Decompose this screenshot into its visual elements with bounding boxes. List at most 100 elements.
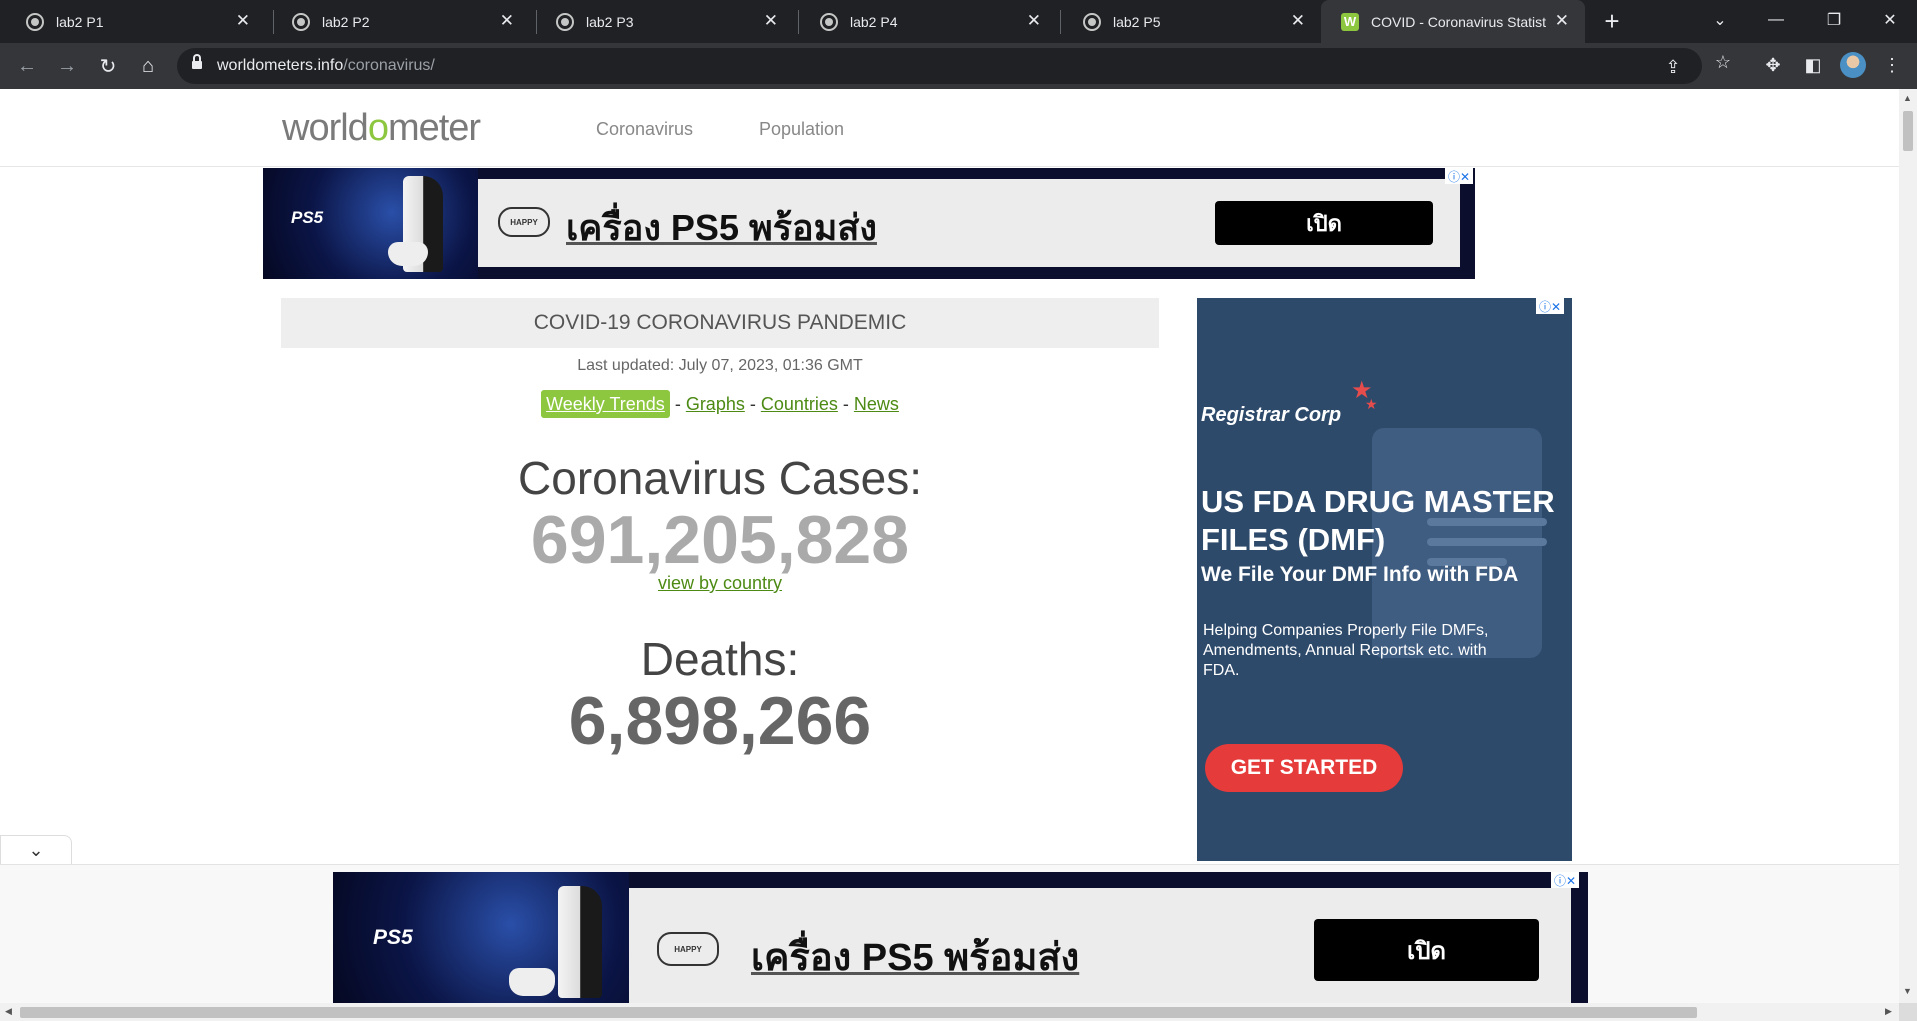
ad-open-button[interactable]: เปิด xyxy=(1215,201,1433,245)
ad-content-panel: HAPPY เครื่อง PS5 พร้อมส่ง เปิด xyxy=(478,179,1460,267)
ps5-console-image xyxy=(558,886,602,998)
news-link[interactable]: News xyxy=(854,394,899,414)
ad-subheadline: We File Your DMF Info with FDA xyxy=(1201,563,1519,586)
minimize-icon[interactable]: — xyxy=(1748,0,1804,40)
scrollbar-corner xyxy=(1899,1003,1917,1021)
nav-population[interactable]: Population xyxy=(759,119,844,140)
scroll-right-icon[interactable]: ▶ xyxy=(1885,1006,1892,1017)
forward-arrow-icon[interactable]: → xyxy=(53,52,81,80)
view-by-country-link[interactable]: view by country xyxy=(281,573,1159,594)
tab-title: lab2 P1 xyxy=(56,13,104,30)
vertical-scrollbar[interactable]: ▲ ▼ xyxy=(1899,89,1917,1003)
link-separator: - xyxy=(669,394,686,414)
close-icon[interactable]: ✕ xyxy=(1555,12,1569,30)
deaths-label: Deaths: xyxy=(640,633,800,685)
banner-ad-bottom[interactable]: PS5 HAPPY เครื่อง PS5 พร้อมส่ง เปิด ⓘ✕ xyxy=(333,872,1588,1003)
tab-title: COVID - Coronavirus Statist xyxy=(1371,13,1547,30)
globe-icon xyxy=(1083,12,1101,31)
ad-close-icon[interactable]: ⓘ✕ xyxy=(1445,168,1473,184)
page-viewport: worldometer Coronavirus Population PS5 H… xyxy=(0,89,1899,1003)
tab-covid-coronavirus[interactable]: W COVID - Coronavirus Statist ✕ xyxy=(1321,0,1585,43)
browser-tab-bar: lab2 P1 ✕ lab2 P2 ✕ lab2 P3 ✕ lab2 P4 ✕ … xyxy=(0,0,1917,43)
ad-close-icon[interactable]: ⓘ✕ xyxy=(1536,298,1564,314)
globe-icon xyxy=(556,12,574,31)
extensions-icon[interactable]: ✥ xyxy=(1760,52,1786,78)
close-icon[interactable]: ✕ xyxy=(236,12,250,30)
nav-coronavirus[interactable]: Coronavirus xyxy=(596,119,693,140)
weekly-trends-link[interactable]: Weekly Trends xyxy=(541,390,670,418)
horizontal-scroll-thumb[interactable] xyxy=(20,1007,1697,1018)
close-icon[interactable]: ✕ xyxy=(1291,12,1305,30)
graphs-link[interactable]: Graphs xyxy=(686,394,745,414)
reload-icon[interactable]: ↻ xyxy=(94,52,122,80)
ps5-controller-image xyxy=(509,968,555,996)
star-icon[interactable]: ☆ xyxy=(1712,51,1734,73)
tab-search-icon[interactable]: ⌄ xyxy=(1692,0,1748,40)
ad-close-icon[interactable]: ⓘ✕ xyxy=(1551,872,1579,888)
scroll-down-icon[interactable]: ▼ xyxy=(1903,986,1912,996)
registrar-corp-logo: Registrar Corp xyxy=(1201,404,1342,426)
ad-headline[interactable]: เครื่อง PS5 พร้อมส่ง xyxy=(566,199,877,256)
cases-label: Coronavirus Cases: xyxy=(518,452,922,504)
main-content: COVID-19 CORONAVIRUS PANDEMIC Last updat… xyxy=(281,298,1159,760)
happy-logo: HAPPY xyxy=(498,207,550,237)
tab-lab2-p4[interactable]: lab2 P4 ✕ xyxy=(794,0,1057,43)
playstation-logo: PS5 xyxy=(291,208,324,227)
tab-lab2-p1[interactable]: lab2 P1 ✕ xyxy=(0,0,266,43)
browser-toolbar: ← → ↻ ⌂ worldometers.info/coronavirus/ ⇪… xyxy=(0,43,1917,89)
tab-lab2-p5[interactable]: lab2 P5 ✕ xyxy=(1057,0,1321,43)
link-separator: - xyxy=(744,394,761,414)
profile-avatar[interactable] xyxy=(1840,52,1866,78)
scroll-left-icon[interactable]: ◀ xyxy=(5,1006,12,1017)
ad-headline[interactable]: เครื่อง PS5 พร้อมส่ง xyxy=(751,926,1079,987)
close-icon[interactable]: ✕ xyxy=(764,12,778,30)
vertical-scroll-thumb[interactable] xyxy=(1903,111,1913,151)
back-arrow-icon[interactable]: ← xyxy=(13,52,41,80)
happy-logo: HAPPY xyxy=(657,932,719,966)
globe-icon xyxy=(820,12,838,31)
playstation-logo: PS5 xyxy=(373,926,413,949)
horizontal-scrollbar[interactable]: ◀ ▶ xyxy=(0,1003,1899,1021)
ps5-controller-image xyxy=(388,242,428,266)
globe-icon xyxy=(26,12,44,31)
scroll-up-icon[interactable]: ▲ xyxy=(1903,93,1912,103)
globe-icon xyxy=(292,12,310,31)
side-panel-icon[interactable]: ◧ xyxy=(1800,52,1826,78)
share-icon[interactable]: ⇪ xyxy=(1662,56,1684,78)
cases-count: 691,205,828 xyxy=(530,502,910,578)
restore-icon[interactable]: ❐ xyxy=(1806,0,1862,40)
close-icon[interactable]: ✕ xyxy=(1027,12,1041,30)
address-bar[interactable]: worldometers.info/coronavirus/ ⇪ xyxy=(177,48,1702,84)
collapse-ad-chevron-icon[interactable]: ⌄ xyxy=(0,835,72,865)
page-title: COVID-19 CORONAVIRUS PANDEMIC xyxy=(281,298,1159,348)
section-links: Weekly Trends - Graphs - Countries - New… xyxy=(281,390,1159,418)
new-tab-button[interactable]: + xyxy=(1598,7,1626,35)
ad-open-button[interactable]: เปิด xyxy=(1314,919,1539,981)
site-header: worldometer Coronavirus Population xyxy=(0,89,1899,167)
more-menu-icon[interactable]: ⋮ xyxy=(1879,52,1905,78)
star-icon: ★ xyxy=(1365,396,1378,412)
home-icon[interactable]: ⌂ xyxy=(134,52,162,80)
banner-ad-top[interactable]: PS5 HAPPY เครื่อง PS5 พร้อมส่ง เปิด ⓘ✕ xyxy=(263,168,1475,279)
ps5-ad-image: PS5 xyxy=(333,872,629,1003)
tab-title: lab2 P2 xyxy=(322,13,370,30)
ps5-ad-image: PS5 xyxy=(263,168,478,279)
url-text: worldometers.info/coronavirus/ xyxy=(217,57,435,74)
sidebar-ad[interactable]: ★ ★ Registrar Corp US FDA DRUG MASTER FI… xyxy=(1197,298,1572,861)
ad-body-text: Helping Companies Properly File DMFs, Am… xyxy=(1203,622,1489,679)
worldometer-logo[interactable]: worldometer xyxy=(282,107,481,150)
close-icon[interactable]: ✕ xyxy=(500,12,514,30)
tab-title: lab2 P5 xyxy=(1113,13,1161,30)
tab-title: lab2 P3 xyxy=(586,13,634,30)
get-started-button[interactable]: GET STARTED xyxy=(1205,744,1403,792)
deaths-count: 6,898,266 xyxy=(568,683,872,759)
last-updated: Last updated: July 07, 2023, 01:36 GMT xyxy=(577,357,863,374)
window-close-icon[interactable]: ✕ xyxy=(1862,0,1917,40)
link-separator: - xyxy=(837,394,854,414)
tab-lab2-p2[interactable]: lab2 P2 ✕ xyxy=(266,0,530,43)
ad-content-panel: HAPPY เครื่อง PS5 พร้อมส่ง เปิด xyxy=(629,888,1571,1003)
tab-title: lab2 P4 xyxy=(850,13,898,30)
lock-icon[interactable] xyxy=(192,54,202,71)
tab-lab2-p3[interactable]: lab2 P3 ✕ xyxy=(530,0,794,43)
countries-link[interactable]: Countries xyxy=(761,394,838,414)
